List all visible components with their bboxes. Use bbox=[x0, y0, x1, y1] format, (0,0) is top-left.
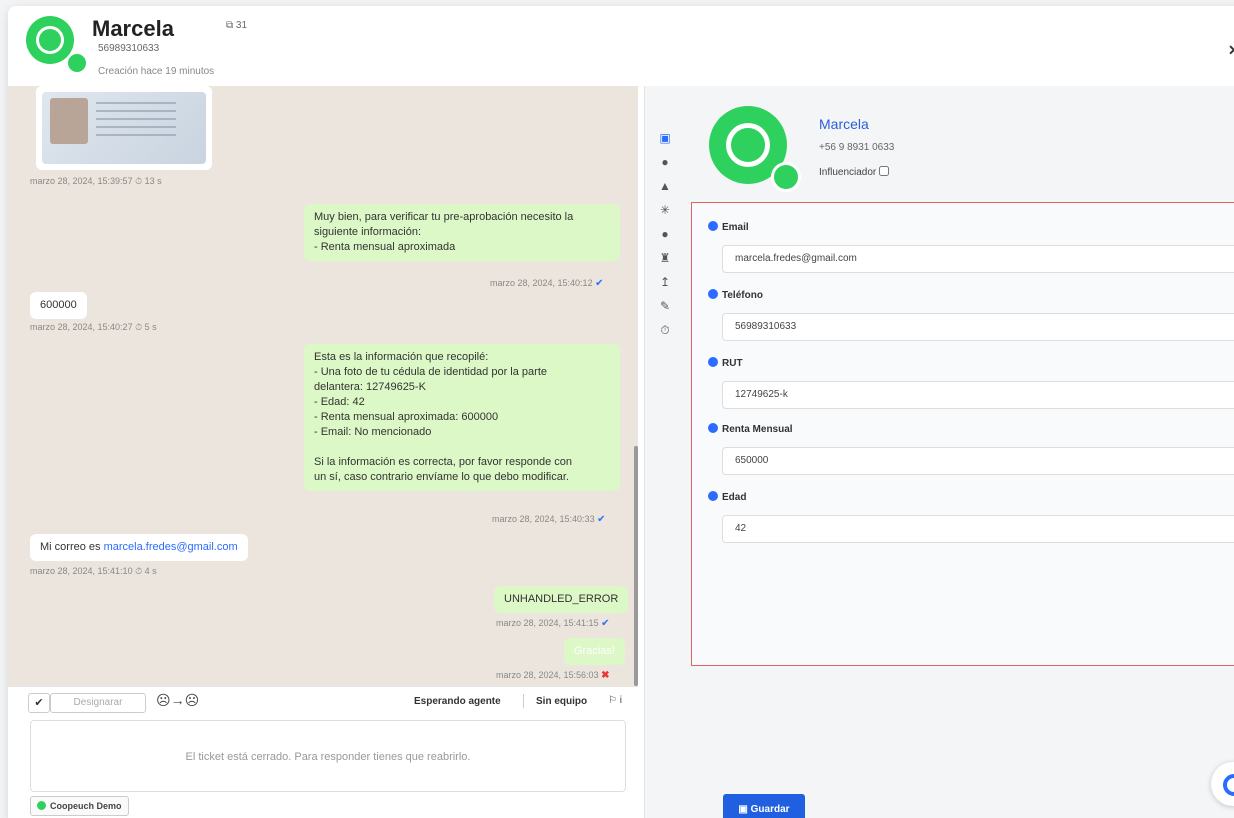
income-field[interactable]: 650000 bbox=[722, 447, 1234, 475]
contact-card-icon[interactable]: ▣ bbox=[645, 126, 685, 150]
message-line: - Renta mensual aproximada: 600000 bbox=[314, 411, 499, 423]
field-label-income: Renta Mensual bbox=[708, 423, 793, 435]
field-label-email: Email bbox=[708, 221, 749, 233]
support-chat-icon bbox=[1223, 774, 1234, 796]
check-icon bbox=[708, 221, 718, 231]
message-bubble-out: Esta es la información que recopilé: - U… bbox=[304, 344, 620, 491]
support-chat-button[interactable] bbox=[1211, 762, 1234, 806]
age-field[interactable]: 42 bbox=[722, 515, 1234, 543]
message-timestamp: marzo 28, 2024, 15:40:27 ⏱ 5 s bbox=[30, 322, 157, 332]
message-line: - Edad: 42 bbox=[314, 396, 365, 408]
influencer-checkbox[interactable] bbox=[879, 166, 890, 176]
tag-icon[interactable]: ● bbox=[645, 150, 685, 174]
contact-phone: 56989310633 bbox=[98, 43, 160, 54]
field-label-age: Edad bbox=[708, 491, 746, 503]
save-icon: ▣ bbox=[738, 804, 748, 815]
email-link[interactable]: marcela.fredes@gmail.com bbox=[104, 541, 238, 553]
message-timestamp: marzo 28, 2024, 15:41:15 ✔ bbox=[496, 618, 610, 629]
id-card-image-message[interactable] bbox=[36, 86, 212, 170]
chat-panel: marzo 28, 2024, 15:39:57 ⏱ 13 s Muy bien… bbox=[8, 86, 638, 686]
resolve-check-button[interactable]: ✔ bbox=[28, 693, 50, 713]
side-icon-bar: ▣ ● ▲ ✳ ● ♜ ↥ ✎ ⏱ bbox=[645, 126, 685, 342]
ticket-header: Marcela 56989310633 Creación hace 19 min… bbox=[8, 6, 1234, 86]
status-extra-icons[interactable]: ⚐ i bbox=[608, 695, 622, 706]
delivered-check-icon: ✔ bbox=[601, 618, 610, 629]
email-field[interactable]: marcela.fredes@gmail.com bbox=[722, 245, 1234, 273]
message-line: - Renta mensual aproximada bbox=[314, 241, 456, 253]
message-line: siguiente información: bbox=[314, 226, 422, 238]
contact-name: Marcela bbox=[92, 16, 174, 41]
field-label-phone: Teléfono bbox=[708, 289, 763, 301]
organization-icon bbox=[37, 801, 46, 810]
closed-ticket-notice: El ticket está cerrado. Para responder t… bbox=[30, 720, 626, 792]
check-icon bbox=[708, 289, 718, 299]
message-bubble-out: Gracias! bbox=[564, 638, 625, 665]
delivered-check-icon: ✔ bbox=[595, 278, 604, 289]
contact-panel: ▣ ● ▲ ✳ ● ♜ ↥ ✎ ⏱ Marcela +56 9 8931 063… bbox=[644, 86, 1234, 818]
profile-phone: +56 9 8931 0633 bbox=[819, 142, 895, 153]
contact-fields-form: Email marcela.fredes@gmail.com Teléfono … bbox=[691, 202, 1234, 666]
ticket-window: Marcela 56989310633 Creación hace 19 min… bbox=[8, 6, 1234, 818]
message-line: Muy bien, para verificar tu pre-aprobaci… bbox=[314, 211, 574, 223]
organization-badge[interactable]: Coopeuch Demo bbox=[30, 796, 129, 816]
unassign-button[interactable]: Designarar bbox=[50, 693, 146, 713]
check-icon bbox=[708, 423, 718, 433]
sentiment-icon: ☹→☹ bbox=[156, 692, 200, 708]
rut-field[interactable]: 12749625-k bbox=[722, 381, 1234, 409]
profile-name[interactable]: Marcela bbox=[819, 116, 869, 132]
message-timestamp: marzo 28, 2024, 15:56:03 ✖ bbox=[496, 670, 610, 681]
message-timestamp: marzo 28, 2024, 15:41:10 ⏱ 4 s bbox=[30, 566, 157, 576]
delivered-check-icon: ✔ bbox=[597, 514, 606, 525]
created-time: Creación hace 19 minutos bbox=[98, 66, 215, 77]
id-card-text bbox=[96, 102, 176, 142]
status-team[interactable]: Sin equipo bbox=[536, 696, 587, 707]
briefcase-icon[interactable]: ▲ bbox=[645, 174, 685, 198]
message-bubble-in: 600000 bbox=[30, 292, 87, 319]
message-line: Esta es la información que recopilé: bbox=[314, 351, 489, 363]
id-card-image bbox=[42, 92, 206, 164]
profile-whatsapp-badge-icon bbox=[771, 162, 801, 192]
check-icon bbox=[708, 357, 718, 367]
upload-icon[interactable]: ↥ bbox=[645, 270, 685, 294]
image-timestamp: marzo 28, 2024, 15:39:57 ⏱ 13 s bbox=[30, 176, 162, 186]
close-button[interactable]: ✕ bbox=[1228, 42, 1234, 59]
message-line: - Email: No mencionado bbox=[314, 426, 432, 438]
message-timestamp: marzo 28, 2024, 15:40:33 ✔ bbox=[492, 514, 606, 525]
influencer-flag: Influenciador bbox=[819, 166, 890, 178]
phone-field[interactable]: 56989310633 bbox=[722, 313, 1234, 341]
check-icon bbox=[708, 491, 718, 501]
spark-icon[interactable]: ✳ bbox=[645, 198, 685, 222]
message-line: delantera: 12749625-K bbox=[314, 381, 426, 393]
failed-icon: ✖ bbox=[601, 670, 610, 681]
message-bubble-in: Mi correo es marcela.fredes@gmail.com bbox=[30, 534, 248, 561]
comment-icon[interactable]: ● bbox=[645, 222, 685, 246]
timer-icon[interactable]: ⏱ bbox=[645, 318, 685, 342]
message-line: Si la información es correcta, por favor… bbox=[314, 456, 573, 468]
message-bubble-out: UNHANDLED_ERROR bbox=[494, 586, 629, 613]
attachment-icon[interactable]: ✎ bbox=[645, 294, 685, 318]
id-card-photo bbox=[50, 98, 88, 144]
copy-counter[interactable]: ⧉ 31 bbox=[226, 20, 247, 31]
message-line: - Una foto de tu cédula de identidad por… bbox=[314, 366, 547, 378]
message-line: un sí, caso contrario envíame lo que deb… bbox=[314, 471, 569, 483]
status-agent[interactable]: Esperando agente bbox=[414, 696, 501, 707]
message-timestamp: marzo 28, 2024, 15:40:12 ✔ bbox=[490, 278, 604, 289]
composer-toolbar: ✔ Designarar ☹→☹ Esperando agente Sin eq… bbox=[8, 686, 638, 716]
chat-scrollbar[interactable] bbox=[634, 446, 638, 686]
status-divider bbox=[523, 694, 524, 708]
save-button[interactable]: ▣ Guardar bbox=[723, 794, 805, 818]
message-bubble-out: Muy bien, para verificar tu pre-aprobaci… bbox=[304, 204, 620, 261]
whatsapp-badge-icon bbox=[66, 52, 88, 74]
field-label-rut: RUT bbox=[708, 357, 743, 369]
plugin-icon[interactable]: ♜ bbox=[645, 246, 685, 270]
